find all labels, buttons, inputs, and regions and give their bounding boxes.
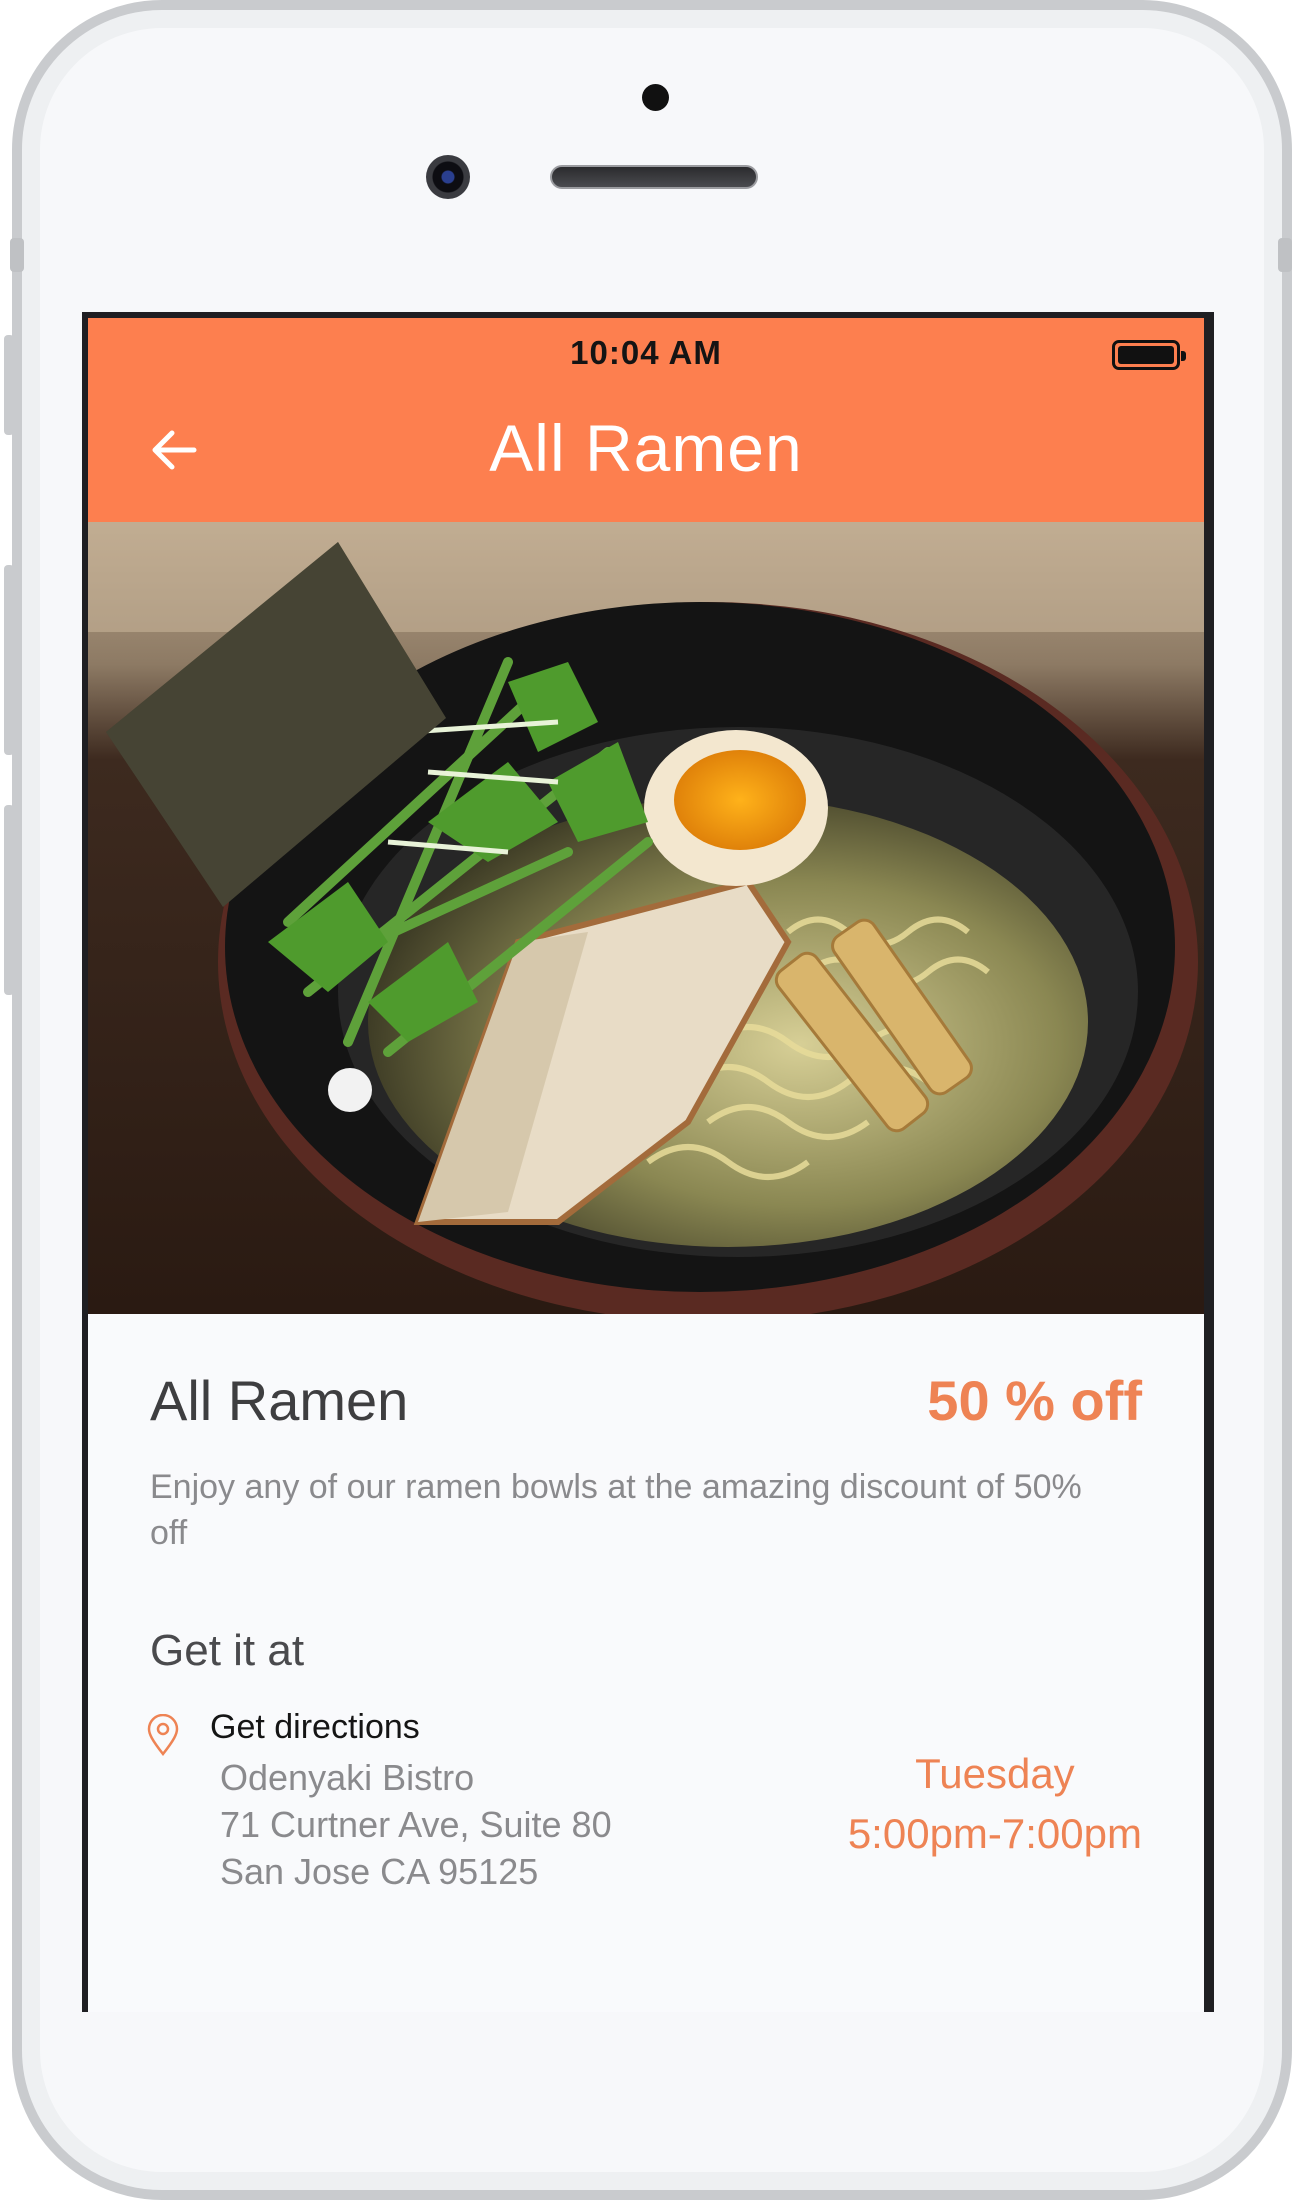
deal-title: All Ramen	[150, 1369, 409, 1432]
availability-hours: 5:00pm-7:00pm	[847, 1810, 1142, 1857]
place-name: Odenyaki Bistro	[220, 1757, 475, 1798]
earpiece-speaker	[550, 165, 758, 189]
mute-switch	[4, 335, 14, 435]
ramen-photo	[88, 522, 1204, 1314]
availability-day: Tuesday	[915, 1750, 1075, 1797]
city-address: San Jose CA 95125	[220, 1851, 539, 1892]
deal-details: All Ramen 50 % off Enjoy any of our rame…	[88, 1314, 1204, 2012]
location-heading: Get it at	[150, 1626, 305, 1675]
page-title: All Ramen	[489, 411, 803, 485]
antenna-line-left	[10, 238, 24, 272]
map-pin-icon	[147, 1714, 179, 1756]
battery-icon	[1112, 340, 1186, 370]
discount-badge: 50 % off	[927, 1369, 1142, 1432]
availability: Tuesday 5:00pm-7:00pm	[848, 1744, 1142, 1864]
deal-description: Enjoy any of our ramen bowls at the amaz…	[150, 1468, 1082, 1552]
volume-up-button	[4, 565, 14, 755]
volume-down-button	[4, 805, 14, 995]
status-bar: 10:04 AM	[88, 318, 1204, 380]
street-address: 71 Curtner Ave, Suite 80	[220, 1804, 612, 1845]
address-block: Odenyaki Bistro 71 Curtner Ave, Suite 80…	[220, 1754, 612, 1895]
front-camera	[426, 155, 470, 199]
proximity-sensor	[642, 84, 669, 111]
navigation-bar: All Ramen	[88, 380, 1204, 522]
antenna-line-right	[1278, 238, 1292, 272]
get-directions-link[interactable]: Get directions	[210, 1708, 420, 1747]
phone-screen: 10:04 AM All Ramen All Ramen 50 % off En…	[82, 312, 1214, 2012]
status-time: 10:04 AM	[570, 334, 722, 371]
